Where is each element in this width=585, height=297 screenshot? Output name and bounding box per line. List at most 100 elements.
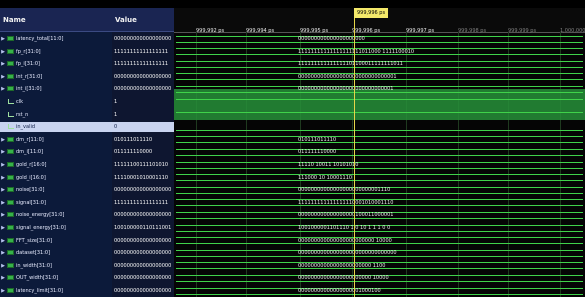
signal-value-cell: 000000000000000000 <box>114 262 172 269</box>
bus-signal-icon <box>7 149 14 155</box>
waveform-area[interactable]: 999,992 ps 999,994 ps 999,995 ps 999,996 ps… <box>174 8 585 297</box>
expand-arrow-icon[interactable]: ▶ <box>0 72 6 82</box>
bus-signal-icon <box>7 174 14 180</box>
signal-name-row[interactable]: ▶ int_i[31:0] <box>0 84 112 94</box>
signal-name-row[interactable]: ▶ int_r[31:0] <box>0 72 112 82</box>
signal-name-label: fp_r[31:0] <box>16 48 41 55</box>
signal-name-row[interactable]: ▶ gold_r[16:0] <box>0 160 112 170</box>
signal-value-cell: 1 <box>114 111 118 118</box>
expand-arrow-icon[interactable]: ▶ <box>0 84 6 94</box>
expand-arrow-icon[interactable]: ▶ <box>0 147 6 157</box>
signal-value-cell: 11111100111101010 <box>114 162 169 168</box>
signal-name-row[interactable]: ▶ OUT_width[31:0] <box>0 273 112 283</box>
signal-name-row[interactable]: ▶ gold_i[16:0] <box>0 173 112 183</box>
time-cursor[interactable] <box>354 8 355 297</box>
bus-waveform-value: 010111011110 <box>298 136 337 143</box>
time-tick-label: 999,994 ps <box>246 28 275 34</box>
expand-arrow-icon[interactable]: ▶ <box>0 286 6 296</box>
bus-waveform-value: 000000000000000000100011000001 <box>298 212 394 219</box>
signal-name-label: clk <box>16 99 24 105</box>
bit-signal-icon <box>8 99 14 104</box>
bus-waveform[interactable] <box>176 136 583 144</box>
signal-name-row[interactable]: ▶ latency_total[11:0] <box>0 34 112 44</box>
signal-name-row[interactable]: ▶ noise[31:0] <box>0 185 112 195</box>
signal-name-label: int_i[31:0] <box>16 86 42 93</box>
expand-arrow-icon[interactable]: ▶ <box>0 160 6 170</box>
expand-arrow-icon[interactable]: ▶ <box>0 273 6 283</box>
value-column-header[interactable]: Value <box>112 8 174 32</box>
bus-signal-icon <box>7 73 14 79</box>
bus-waveform-value: 111000 10 10001110 <box>298 174 353 181</box>
signal-name-row[interactable]: ▶ signal[31:0] <box>0 198 112 208</box>
expand-arrow-icon[interactable]: ▶ <box>0 34 6 44</box>
signal-name-label: signal_energy[31:0] <box>16 225 66 231</box>
expand-arrow-icon[interactable]: ▶ <box>0 47 6 57</box>
signal-name-label: dm_i[11:0] <box>16 149 44 156</box>
expand-arrow-icon[interactable]: ▶ <box>0 236 6 246</box>
signal-value-cell: 000000000000000000 <box>114 187 172 194</box>
expand-arrow-icon[interactable]: ▶ <box>0 261 6 271</box>
signal-name-row[interactable]: ▶ signal_energy[31:0] <box>0 223 112 233</box>
bus-waveform-value: 000000000000000000000000000001 <box>298 86 394 93</box>
bus-waveform[interactable] <box>176 35 583 43</box>
bus-signal-icon <box>7 48 14 54</box>
bus-waveform-value: 11110 10011 10101010 <box>298 162 359 168</box>
bus-signal-icon <box>7 86 14 92</box>
signal-name-row[interactable]: ▶ fp_i[31:0] <box>0 59 112 69</box>
signal-name-label: fp_i[31:0] <box>16 61 40 68</box>
signal-name-label: rst_n <box>16 111 29 118</box>
expand-arrow-icon[interactable]: ▶ <box>0 223 6 233</box>
signal-value-cell: 000000000000000000 <box>114 237 172 244</box>
bus-waveform[interactable] <box>176 174 583 182</box>
signal-name-row[interactable]: ▶ dm_r[11:0] <box>0 135 112 145</box>
bus-waveform[interactable] <box>176 148 583 156</box>
bit-waveform[interactable] <box>176 99 583 100</box>
signal-name-row[interactable]: ▶ in_width[31:0] <box>0 261 112 271</box>
expand-arrow-icon[interactable]: ▶ <box>0 173 6 183</box>
signal-name-row[interactable]: ▶ dm_i[11:0] <box>0 147 112 157</box>
expand-arrow-icon[interactable]: ▶ <box>0 210 6 220</box>
bus-waveform-value: 111111111111111101100011111111011 <box>298 61 403 68</box>
bit-waveform[interactable] <box>176 130 583 132</box>
bus-signal-icon <box>7 212 14 218</box>
bus-waveform-value: 1001000001101110 1 0 10 1 1 1 0 0 <box>298 225 391 231</box>
signal-name-row[interactable]: in_valid <box>0 122 112 133</box>
bus-waveform-value: 000000000000000000000000 10000 <box>298 237 392 244</box>
bus-waveform-value: 00000000000000000000000001110 <box>298 187 391 194</box>
bus-waveform-value: 00000000000000000000000 1100 <box>298 262 386 269</box>
bus-waveform[interactable] <box>176 161 583 169</box>
signal-name-label: in_width[31:0] <box>16 262 52 269</box>
expand-arrow-icon[interactable]: ▶ <box>0 198 6 208</box>
bus-waveform-value: 0000000000000000000000000000001 <box>298 73 397 80</box>
signal-name-row[interactable]: rst_n <box>0 110 112 120</box>
time-tick-label: 999,999 ps <box>508 28 537 34</box>
signal-name-label: noise[31:0] <box>16 187 45 194</box>
signal-value-cell: 0 <box>112 122 174 133</box>
bus-signal-icon <box>7 162 14 167</box>
signal-name-label: latency_total[11:0] <box>16 36 64 42</box>
signal-value-cell: 100100000110111001 <box>114 225 172 231</box>
signal-value-cell: 000000000000000000 <box>114 86 172 93</box>
bit-waveform[interactable] <box>176 111 583 113</box>
signal-name-row[interactable]: clk <box>0 97 112 107</box>
signal-name-row[interactable]: ▶ fp_r[31:0] <box>0 47 112 57</box>
signal-name-row[interactable]: ▶ FFT_size[31:0] <box>0 236 112 246</box>
signal-name-row[interactable]: ▶ dataset[31:0] <box>0 248 112 258</box>
expand-arrow-icon[interactable]: ▶ <box>0 248 6 258</box>
signal-name-row[interactable]: ▶ latency_limit[31:0] <box>0 286 112 296</box>
expand-arrow-icon[interactable]: ▶ <box>0 59 6 69</box>
expand-arrow-icon[interactable]: ▶ <box>0 185 6 195</box>
bus-waveform-value: 11111111111111111111011000 1111100010 <box>298 48 415 55</box>
signal-name-label: in_valid <box>16 124 36 131</box>
signal-value-cell: 000000000000000000 <box>114 212 172 219</box>
signal-name-row[interactable]: ▶ noise_energy[31:0] <box>0 210 112 220</box>
bus-waveform-value: 00000000000000000000000 10000 <box>298 275 389 282</box>
cursor-time-label: 999,996 ps <box>354 8 389 18</box>
signal-value-cell: 011111110000 <box>114 149 153 156</box>
signal-value-cell: 000000000000000000 <box>114 288 172 294</box>
time-tick-label: 999,992 ps <box>196 28 225 34</box>
time-tick-label: 999,997 ps <box>406 28 435 34</box>
signal-name-label: gold_r[16:0] <box>16 162 47 168</box>
expand-arrow-icon[interactable]: ▶ <box>0 135 6 145</box>
name-column-header[interactable]: Name <box>0 8 112 32</box>
